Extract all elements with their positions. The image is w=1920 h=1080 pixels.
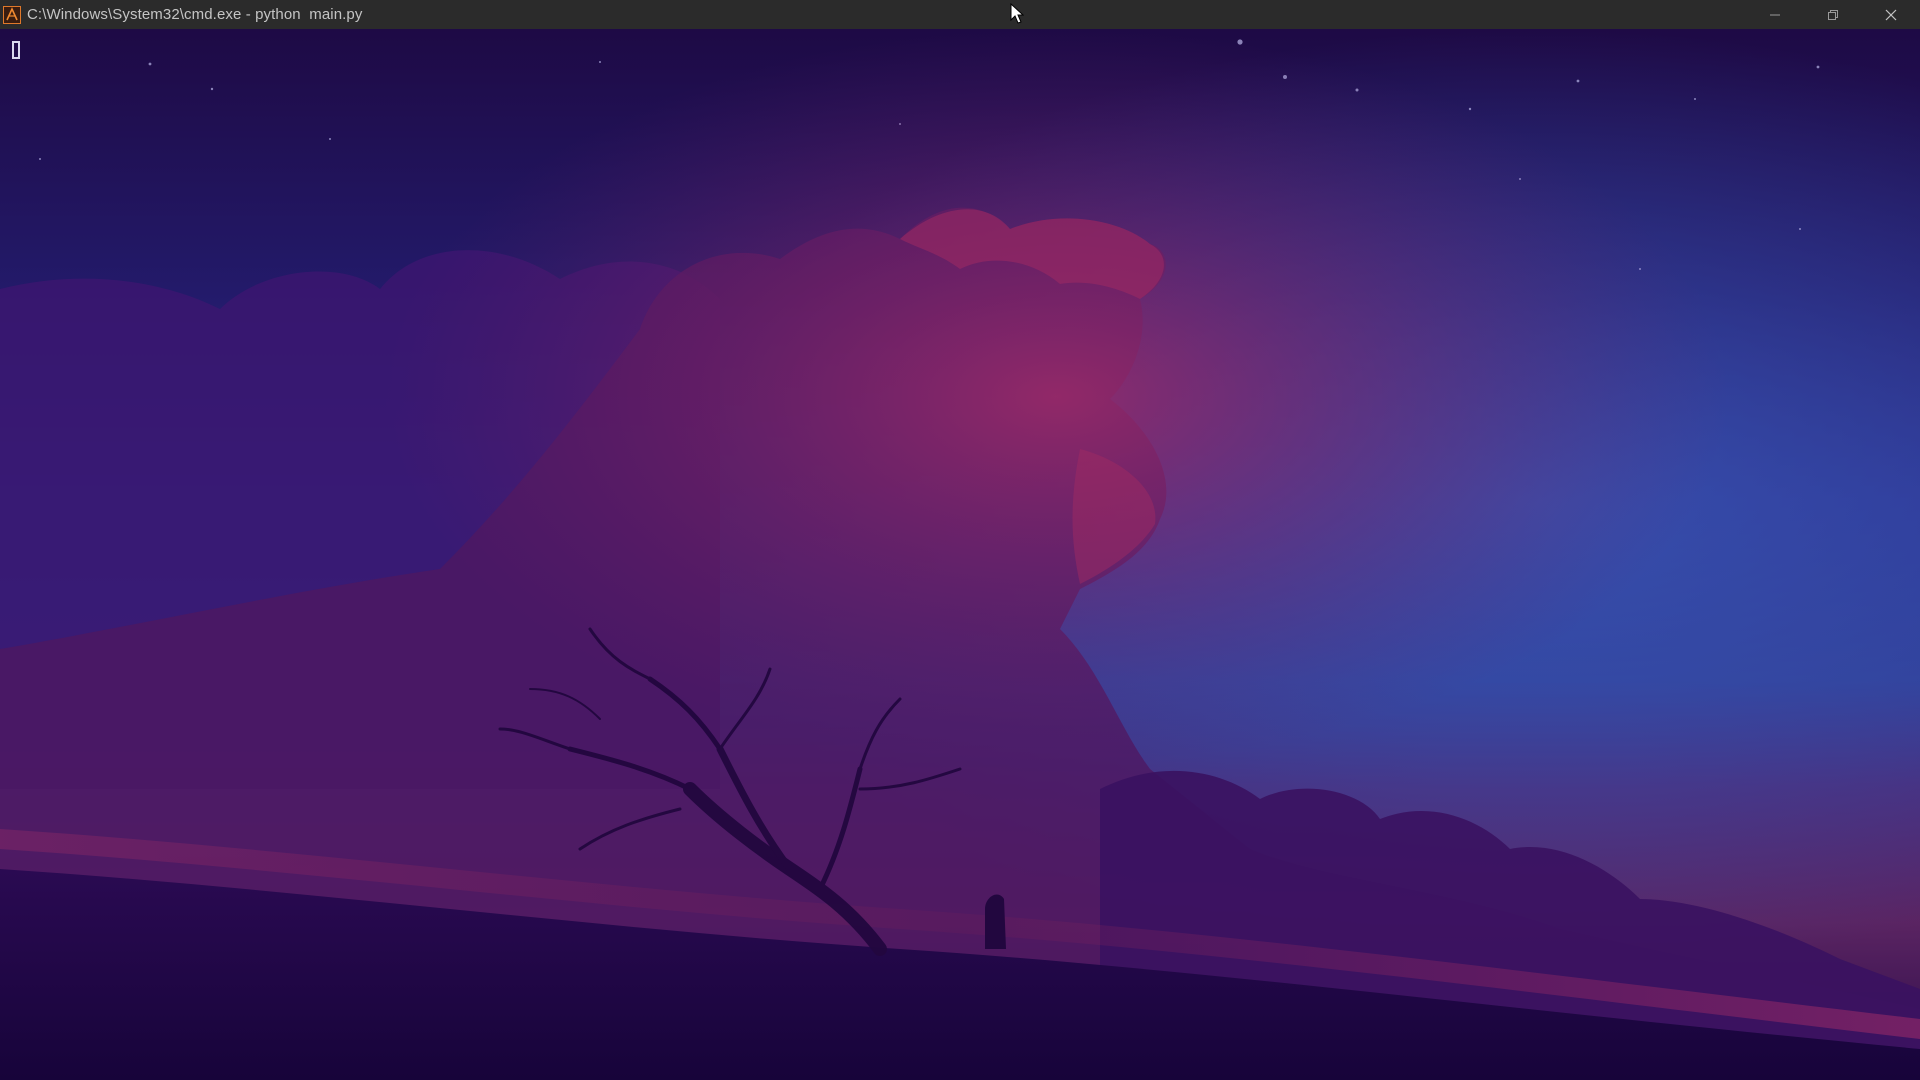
window-title: C:\Windows\System32\cmd.exe - python mai… — [27, 6, 363, 23]
mouse-pointer-icon — [1010, 3, 1024, 24]
terminal-app-icon[interactable] — [3, 5, 21, 24]
close-button[interactable] — [1862, 0, 1920, 29]
restore-button[interactable] — [1804, 0, 1862, 29]
minimize-icon — [1770, 14, 1780, 15]
background-wallpaper — [0, 29, 1920, 1080]
restore-icon — [1828, 9, 1838, 20]
minimize-button[interactable] — [1746, 0, 1804, 29]
title-bar[interactable]: C:\Windows\System32\cmd.exe - python mai… — [0, 0, 1920, 29]
window-controls — [1746, 0, 1920, 29]
block-cursor — [12, 41, 20, 59]
terminal-window: C:\Windows\System32\cmd.exe - python mai… — [0, 0, 1920, 1080]
terminal-content-area[interactable] — [0, 29, 1920, 1080]
close-icon — [1885, 9, 1897, 20]
